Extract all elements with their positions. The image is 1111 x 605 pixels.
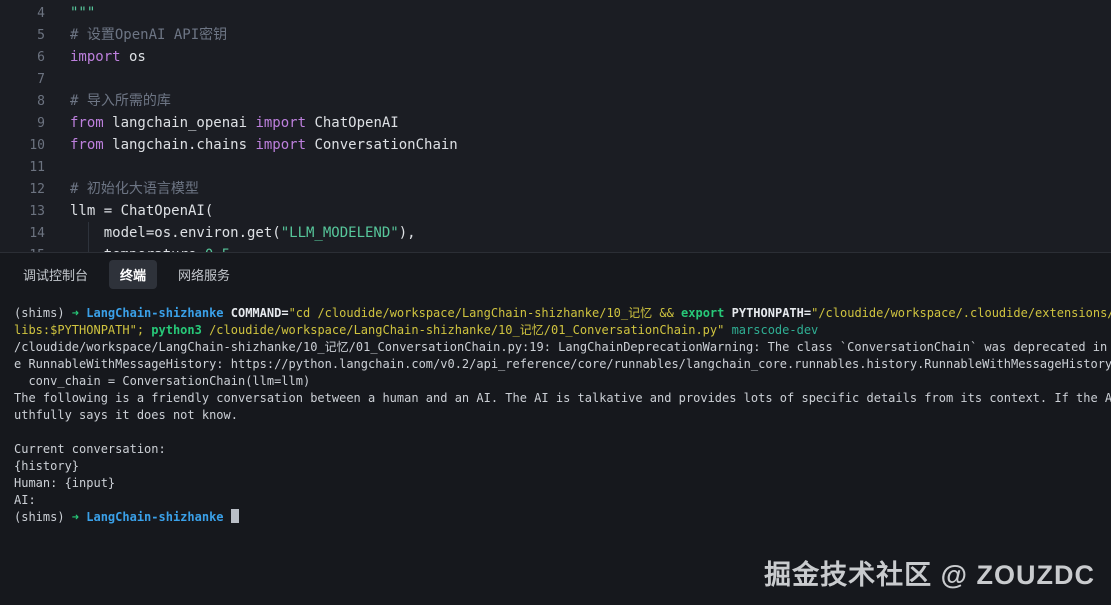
terminal-line xyxy=(14,424,1111,441)
code-token: langchain_openai xyxy=(104,115,256,131)
editor-lines: 4"""5# 设置OpenAI API密钥6import os78# 导入所需的… xyxy=(0,2,1111,254)
terminal-token: ➜ xyxy=(72,306,86,320)
code-token: # 设置OpenAI API密钥 xyxy=(70,27,227,43)
line-number[interactable]: 10 xyxy=(0,135,45,157)
terminal-token: Human: {input} xyxy=(14,476,115,490)
terminal-line: ○(shims) ➜ LangChain-shizhanke xyxy=(14,509,1111,526)
tab-network-service[interactable]: 网络服务 xyxy=(167,260,241,289)
terminal-line: Human: {input} xyxy=(14,475,1111,492)
code-token: langchain.chains xyxy=(104,137,256,153)
line-number[interactable]: 4 xyxy=(0,3,45,25)
terminal-token: LangChain-shizhanke xyxy=(86,306,223,320)
code-text: """ xyxy=(45,5,95,21)
line-number[interactable]: 7 xyxy=(0,69,45,91)
terminal-output[interactable]: ●(shims) ➜ LangChain-shizhanke COMMAND="… xyxy=(0,295,1111,526)
terminal-token: /cloudide/workspace/LangChain-shizhanke/… xyxy=(14,340,1111,354)
terminal-line: conv_chain = ConversationChain(llm=llm) xyxy=(14,373,1111,390)
terminal-token: libs:$PYTHONPATH"; xyxy=(14,323,151,337)
line-number[interactable]: 9 xyxy=(0,113,45,135)
terminal-token: uthfully says it does not know. xyxy=(14,408,238,422)
line-number[interactable]: 12 xyxy=(0,179,45,201)
code-line[interactable]: 6import os xyxy=(0,46,1111,68)
terminal-line: The following is a friendly conversation… xyxy=(14,390,1111,407)
terminal-token: AI: xyxy=(14,493,36,507)
panel-tabbar: 调试控制台终端网络服务 xyxy=(0,253,1111,295)
code-token: from xyxy=(70,137,104,153)
code-token: ConversationChain xyxy=(306,137,458,153)
code-line[interactable]: 4 """ xyxy=(0,2,1111,24)
terminal-token: conv_chain = ConversationChain(llm=llm) xyxy=(14,374,310,388)
terminal-line: uthfully says it does not know. xyxy=(14,407,1111,424)
code-token: """ xyxy=(70,5,95,21)
code-token: ChatOpenAI xyxy=(306,115,399,131)
code-text: # 初始化大语言模型 xyxy=(45,181,199,197)
terminal-token: ➜ xyxy=(72,510,86,524)
terminal-token: (shims) xyxy=(14,510,72,524)
terminal-token: "cd /cloudide/workspace/LangChain-shizha… xyxy=(289,306,681,320)
line-number[interactable]: 13 xyxy=(0,201,45,223)
code-line[interactable]: 7 xyxy=(0,68,1111,90)
tab-terminal[interactable]: 终端 xyxy=(109,260,157,289)
code-token: from xyxy=(70,115,104,131)
terminal-token: COMMAND= xyxy=(224,306,289,320)
terminal-token: Current conversation: xyxy=(14,442,166,456)
code-token: # 导入所需的库 xyxy=(70,93,171,109)
code-token: import xyxy=(70,49,121,65)
code-text: import os xyxy=(45,49,146,65)
code-line[interactable]: 8 # 导入所需的库 xyxy=(0,90,1111,112)
code-editor[interactable]: 4"""5# 设置OpenAI API密钥6import os78# 导入所需的… xyxy=(0,0,1111,254)
code-token: llm = ChatOpenAI( xyxy=(70,203,213,219)
code-token: os xyxy=(121,49,146,65)
code-token: "LLM_MODELEND" xyxy=(281,225,399,241)
code-line[interactable]: 5 # 设置OpenAI API密钥 xyxy=(0,24,1111,46)
terminal-token: {history} xyxy=(14,459,79,473)
terminal-token: /cloudide/workspace/LangChain-shizhanke/… xyxy=(202,323,725,337)
line-number[interactable]: 14 xyxy=(0,223,45,245)
code-line[interactable]: 9from langchain_openai import ChatOpenAI xyxy=(0,112,1111,134)
terminal-line: AI: xyxy=(14,492,1111,509)
code-text xyxy=(45,71,70,87)
code-line[interactable]: 14 model=os.environ.get("LLM_MODELEND"), xyxy=(0,222,1111,244)
terminal-line: /cloudide/workspace/LangChain-shizhanke/… xyxy=(14,339,1111,356)
terminal-line: {history} xyxy=(14,458,1111,475)
line-number[interactable]: 5 xyxy=(0,25,45,47)
code-token: import xyxy=(255,115,306,131)
terminal-token: marscode-dev xyxy=(724,323,818,337)
terminal-token: PYTHONPATH= xyxy=(724,306,811,320)
code-token: model=os.environ.get( xyxy=(70,225,281,241)
code-text: # 导入所需的库 xyxy=(45,93,171,109)
code-line[interactable]: 13 llm = ChatOpenAI( xyxy=(0,200,1111,222)
code-line[interactable]: 11 xyxy=(0,156,1111,178)
code-token: # 初始化大语言模型 xyxy=(70,181,199,197)
terminal-line: libs:$PYTHONPATH"; python3 /cloudide/wor… xyxy=(14,322,1111,339)
code-token: import xyxy=(255,137,306,153)
line-number[interactable]: 8 xyxy=(0,91,45,113)
terminal-token: e RunnableWithMessageHistory: https://py… xyxy=(14,357,1111,371)
code-text xyxy=(45,159,70,175)
terminal-token: The following is a friendly conversation… xyxy=(14,391,1111,405)
code-line[interactable]: 12 # 初始化大语言模型 xyxy=(0,178,1111,200)
code-line[interactable]: 10from langchain.chains import Conversat… xyxy=(0,134,1111,156)
tab-debug-console[interactable]: 调试控制台 xyxy=(12,260,99,289)
indent-guide xyxy=(88,222,89,244)
terminal-token: export xyxy=(681,306,724,320)
code-text: model=os.environ.get("LLM_MODELEND"), xyxy=(45,225,416,241)
terminal-token: "/cloudide/workspace/.cloudide/extension… xyxy=(811,306,1111,320)
terminal-token: (shims) xyxy=(14,306,72,320)
terminal-cursor xyxy=(231,509,239,523)
line-number[interactable]: 11 xyxy=(0,157,45,179)
terminal-token: LangChain-shizhanke xyxy=(86,510,231,524)
terminal-line: ●(shims) ➜ LangChain-shizhanke COMMAND="… xyxy=(14,305,1111,322)
watermark-text: 掘金技术社区 @ ZOUZDC xyxy=(764,553,1095,592)
code-text: from langchain_openai import ChatOpenAI xyxy=(45,115,399,131)
terminal-line: Current conversation: xyxy=(14,441,1111,458)
ide-window: 4"""5# 设置OpenAI API密钥6import os78# 导入所需的… xyxy=(0,0,1111,605)
code-text: llm = ChatOpenAI( xyxy=(45,203,213,219)
terminal-line: e RunnableWithMessageHistory: https://py… xyxy=(14,356,1111,373)
code-text: # 设置OpenAI API密钥 xyxy=(45,27,227,43)
code-text: from langchain.chains import Conversatio… xyxy=(45,137,458,153)
terminal-token: python3 xyxy=(151,323,202,337)
code-token: ), xyxy=(399,225,416,241)
line-number[interactable]: 6 xyxy=(0,47,45,69)
